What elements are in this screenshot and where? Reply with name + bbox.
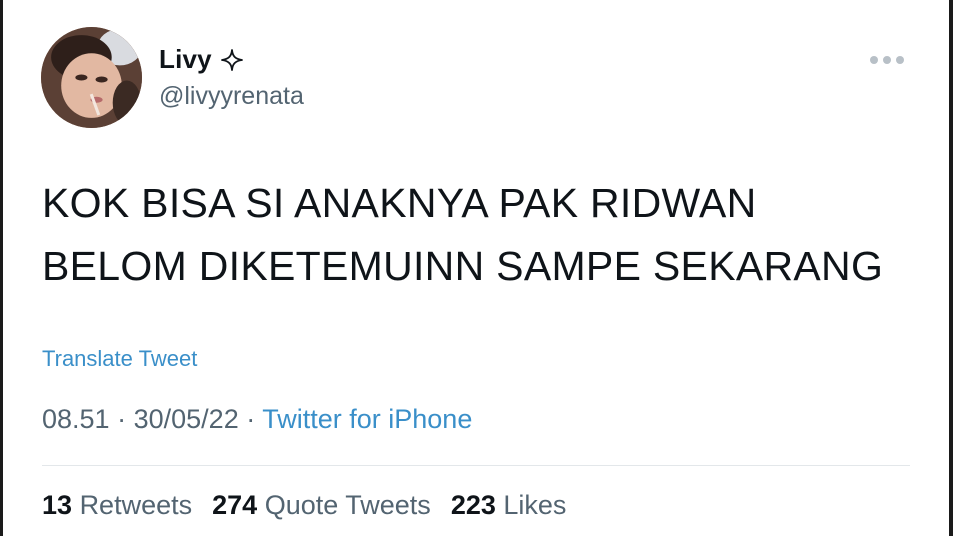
more-dot [883,56,891,64]
translate-tweet-link[interactable]: Translate Tweet [42,346,197,372]
retweets-stat[interactable]: 13 Retweets [42,490,192,521]
retweets-count: 13 [42,490,73,520]
more-dot [896,56,904,64]
likes-label: Likes [503,490,567,520]
divider [42,465,910,466]
tweet-date[interactable]: 30/05/22 [134,404,239,434]
quote-tweets-count: 274 [212,490,258,520]
meta-separator: · [246,404,256,434]
avatar[interactable] [41,27,142,128]
likes-stat[interactable]: 223 Likes [451,490,567,521]
tweet-text: KOK BISA SI ANAKNYA PAK RIDWAN BELOM DIK… [42,172,922,298]
engagement-stats: 13 Retweets 274 Quote Tweets 223 Likes [42,490,566,521]
more-icon[interactable] [870,54,908,66]
tweet-source-link[interactable]: Twitter for iPhone [262,404,472,434]
avatar-image [41,27,142,128]
author-name-row: Livy [159,44,244,75]
display-name[interactable]: Livy [159,44,212,75]
tweet-time[interactable]: 08.51 [42,404,110,434]
quote-tweets-stat[interactable]: 274 Quote Tweets [212,490,431,521]
user-handle[interactable]: @livyyrenata [159,82,304,111]
retweets-label: Retweets [79,490,193,520]
tweet-text-line: KOK BISA SI ANAKNYA PAK RIDWAN [42,180,757,226]
left-frame-edge [0,0,3,536]
meta-separator: · [117,404,127,434]
tweet-metadata: 08.51 · 30/05/22 · Twitter for iPhone [42,404,472,435]
tweet-text-line: BELOM DIKETEMUINN SAMPE SEKARANG [42,243,884,289]
sparkle-icon [220,48,244,72]
likes-count: 223 [450,490,496,520]
quote-tweets-label: Quote Tweets [264,490,431,520]
right-frame-edge [949,0,953,536]
more-dot [870,56,878,64]
